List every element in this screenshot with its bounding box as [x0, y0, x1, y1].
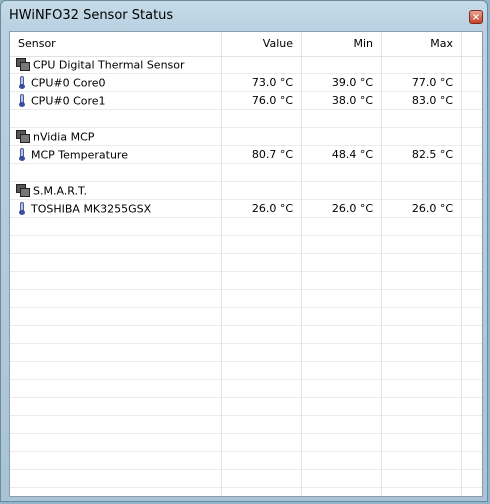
value-cell: 26.0 °C — [251, 202, 293, 215]
thermometer-icon — [19, 75, 25, 89]
sensor-name-cell: TOSHIBA MK3255GSX — [16, 200, 221, 217]
empty-row — [10, 110, 482, 128]
empty-row — [10, 218, 482, 236]
sensor-label: TOSHIBA MK3255GSX — [31, 202, 152, 216]
min-cell: 48.4 °C — [331, 148, 373, 161]
max-cell: 82.5 °C — [411, 148, 453, 161]
thermometer-icon — [19, 147, 25, 161]
empty-row — [10, 434, 482, 452]
sensor-label: CPU#0 Core0 — [31, 76, 106, 90]
min-cell: 26.0 °C — [331, 202, 373, 215]
column-header-value[interactable]: Value — [221, 32, 301, 56]
close-button[interactable]: × — [469, 10, 483, 24]
sensor-name-cell: nVidia MCP — [16, 128, 221, 145]
sensor-row[interactable]: CPU#0 Core0 73.0 °C 39.0 °C 77.0 °C — [10, 74, 482, 92]
group-label: S.M.A.R.T. — [33, 184, 87, 198]
sensor-status-window: HWiNFO32 Sensor Status × Sensor Value Mi… — [0, 0, 488, 502]
empty-row — [10, 452, 482, 470]
window-title: HWiNFO32 Sensor Status — [9, 8, 174, 23]
empty-row — [10, 254, 482, 272]
group-label: CPU Digital Thermal Sensor — [33, 58, 185, 72]
table-body: CPU Digital Thermal Sensor CPU#0 Core0 73.… — [10, 56, 482, 496]
empty-row — [10, 380, 482, 398]
sensor-name-cell: MCP Temperature — [16, 146, 221, 163]
sensor-group-icon — [16, 130, 30, 143]
value-cell: 73.0 °C — [251, 76, 293, 89]
max-cell: 26.0 °C — [411, 202, 453, 215]
empty-row — [10, 164, 482, 182]
empty-row — [10, 272, 482, 290]
empty-row — [10, 308, 482, 326]
min-cell: 38.0 °C — [331, 94, 373, 107]
column-header-max[interactable]: Max — [381, 32, 461, 56]
sensor-group-row[interactable]: nVidia MCP — [10, 128, 482, 146]
sensor-label: CPU#0 Core1 — [31, 94, 106, 108]
empty-row — [10, 344, 482, 362]
max-cell: 77.0 °C — [411, 76, 453, 89]
sensor-group-row[interactable]: CPU Digital Thermal Sensor — [10, 56, 482, 74]
value-cell: 80.7 °C — [251, 148, 293, 161]
sensor-row[interactable]: MCP Temperature 80.7 °C 48.4 °C 82.5 °C — [10, 146, 482, 164]
empty-row — [10, 398, 482, 416]
sensor-label: MCP Temperature — [31, 148, 128, 162]
sensor-name-cell: CPU#0 Core0 — [16, 74, 221, 91]
table-header: Sensor Value Min Max — [10, 32, 482, 57]
column-header-sensor[interactable]: Sensor — [10, 32, 221, 56]
sensor-group-icon — [16, 184, 30, 197]
empty-row — [10, 236, 482, 254]
sensor-table: Sensor Value Min Max CPU Digital Thermal… — [9, 31, 483, 497]
min-cell: 39.0 °C — [331, 76, 373, 89]
value-cell: 76.0 °C — [251, 94, 293, 107]
empty-row — [10, 290, 482, 308]
sensor-row[interactable]: TOSHIBA MK3255GSX 26.0 °C 26.0 °C 26.0 °C — [10, 200, 482, 218]
empty-row — [10, 470, 482, 488]
sensor-row[interactable]: CPU#0 Core1 76.0 °C 38.0 °C 83.0 °C — [10, 92, 482, 110]
title-bar[interactable]: HWiNFO32 Sensor Status × — [1, 1, 487, 31]
group-label: nVidia MCP — [33, 130, 95, 144]
empty-row — [10, 416, 482, 434]
sensor-group-row[interactable]: S.M.A.R.T. — [10, 182, 482, 200]
column-header-min[interactable]: Min — [301, 32, 381, 56]
empty-row — [10, 488, 482, 496]
empty-row — [10, 326, 482, 344]
sensor-name-cell: CPU Digital Thermal Sensor — [16, 56, 221, 73]
thermometer-icon — [19, 93, 25, 107]
max-cell: 83.0 °C — [411, 94, 453, 107]
thermometer-icon — [19, 201, 25, 215]
sensor-name-cell: S.M.A.R.T. — [16, 182, 221, 199]
empty-row — [10, 362, 482, 380]
sensor-group-icon — [16, 58, 30, 71]
sensor-name-cell: CPU#0 Core1 — [16, 92, 221, 109]
